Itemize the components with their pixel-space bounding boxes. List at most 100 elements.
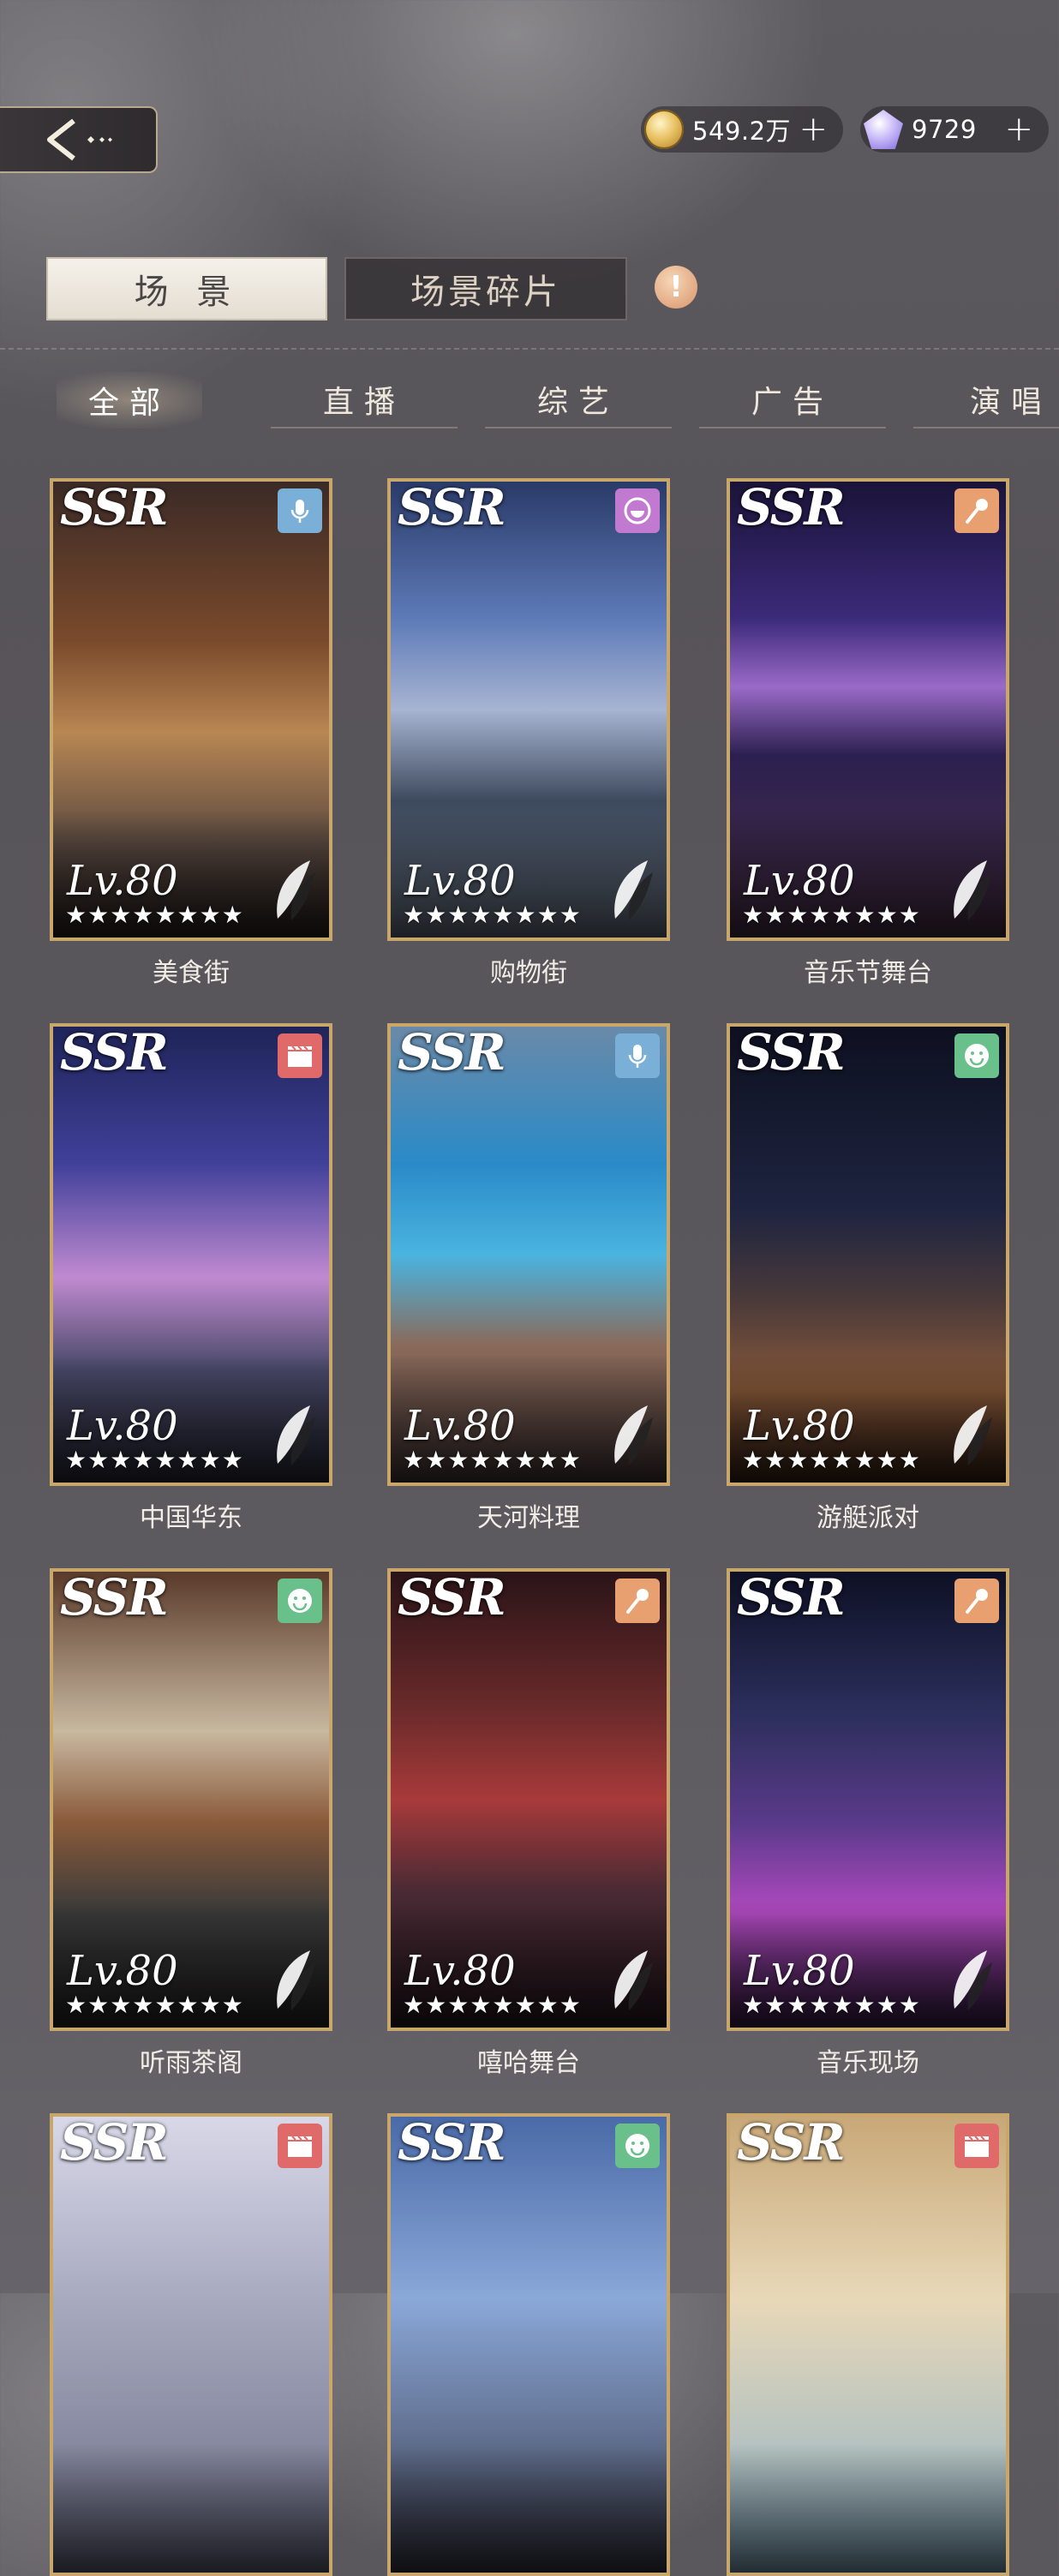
scene-card[interactable]: SSR (50, 2113, 332, 2576)
add-gold-button[interactable]: + (799, 112, 828, 147)
scene-type-badge (278, 488, 322, 533)
rarity-label: SSR (398, 1023, 506, 1081)
scene-name: 天河料理 (477, 1503, 580, 1533)
scene-name: 嘻哈舞台 (477, 2048, 580, 2078)
clapperboard-icon (288, 2136, 312, 2157)
tab-scenes[interactable]: 场 景 (46, 257, 327, 321)
concert-mic-icon (966, 499, 988, 524)
card-shade (730, 2444, 1006, 2573)
scene-card-frame: SSR Lv.80 ★★★★★★★★ (50, 1023, 332, 1486)
rarity-label: SSR (398, 478, 506, 536)
scene-card-frame: SSR Lv.80 ★★★★★★★★ (727, 1023, 1009, 1486)
feather-icon (614, 1950, 653, 2010)
level-label: Lv.80 (744, 1402, 855, 1450)
scene-card-frame: SSR Lv.80 ★★★★★★★★ (50, 478, 332, 941)
scene-card-frame: SSR Lv.80 ★★★★★★★★ (387, 1568, 670, 2031)
divider (0, 348, 1059, 350)
scene-card[interactable]: SSR (727, 2113, 1009, 2576)
rarity-label: SSR (60, 1023, 169, 1081)
scene-type-badge (615, 488, 660, 533)
level-label: Lv.80 (404, 1947, 516, 1995)
scene-type-badge (615, 1579, 660, 1623)
subtab-variety[interactable]: 综艺 (485, 372, 672, 428)
scene-type-badge (278, 2124, 322, 2168)
scene-name: 购物街 (490, 958, 567, 988)
level-label: Lv.80 (744, 857, 855, 905)
star-rating: ★★★★★★★★ (742, 1991, 921, 2019)
scene-card[interactable]: SSR Lv.80 ★★★★★★★★ 嘻哈舞台 (387, 1568, 670, 2079)
scene-name: 听雨茶阁 (140, 2048, 242, 2078)
rarity-label: SSR (60, 478, 169, 536)
rarity-label: SSR (60, 2113, 169, 2172)
scene-type-badge (615, 1033, 660, 1078)
subtab-advertising[interactable]: 广告 (699, 372, 886, 428)
info-icon[interactable]: ! (655, 266, 697, 309)
scene-type-badge (278, 1033, 322, 1078)
star-rating: ★★★★★★★★ (742, 1446, 921, 1474)
rarity-label: SSR (737, 1568, 846, 1626)
rarity-label: SSR (737, 2113, 846, 2172)
scene-card-frame: SSR (50, 2113, 332, 2576)
concert-mic-icon (626, 1589, 649, 1614)
gold-currency: 549.2万 + (641, 106, 843, 153)
back-button[interactable] (0, 106, 158, 173)
add-gem-button[interactable]: + (1004, 112, 1033, 147)
clapperboard-icon (965, 2136, 989, 2157)
scene-card-frame: SSR Lv.80 ★★★★★★★★ (387, 478, 670, 941)
rarity-label: SSR (398, 1568, 506, 1626)
scene-card[interactable]: SSR Lv.80 ★★★★★★★★ 游艇派对 (727, 1023, 1009, 1534)
tab-scene-fragments[interactable]: 场景碎片 (344, 257, 627, 321)
scene-type-badge (954, 2124, 999, 2168)
star-rating: ★★★★★★★★ (65, 901, 244, 929)
scene-name: 游艇派对 (817, 1503, 919, 1533)
clapperboard-icon (288, 1045, 312, 1067)
scene-name: 音乐现场 (817, 2048, 919, 2078)
rarity-label: SSR (737, 1023, 846, 1081)
star-rating: ★★★★★★★★ (403, 901, 582, 929)
variety-icon (624, 497, 651, 524)
scene-card[interactable]: SSR Lv.80 ★★★★★★★★ 天河料理 (387, 1023, 670, 1534)
star-rating: ★★★★★★★★ (65, 1991, 244, 2019)
rarity-label: SSR (737, 478, 846, 536)
feather-icon (277, 1950, 315, 2010)
scene-type-badge (278, 1579, 322, 1623)
scene-name: 美食街 (153, 958, 230, 988)
scene-card[interactable]: SSR Lv.80 ★★★★★★★★ 听雨茶阁 (50, 1568, 332, 2079)
level-label: Lv.80 (404, 1402, 516, 1450)
scene-card[interactable]: SSR Lv.80 ★★★★★★★★ 购物街 (387, 478, 670, 989)
microphone-icon (290, 500, 309, 523)
subtab-livestream[interactable]: 直播 (271, 372, 458, 428)
feather-icon (954, 1405, 992, 1465)
feather-icon (954, 860, 992, 920)
scene-type-badge (954, 1579, 999, 1623)
level-label: Lv.80 (67, 1402, 178, 1450)
feather-icon (277, 1405, 315, 1465)
feather-icon (954, 1950, 992, 2010)
diamond-icon (864, 110, 903, 149)
star-rating: ★★★★★★★★ (742, 901, 921, 929)
feather-icon (614, 1405, 653, 1465)
subtab-all[interactable]: 全部 (57, 372, 202, 428)
scene-card[interactable]: SSR (387, 2113, 670, 2576)
rarity-label: SSR (60, 1568, 169, 1626)
level-label: Lv.80 (67, 857, 178, 905)
scene-card[interactable]: SSR Lv.80 ★★★★★★★★ 中国华东 (50, 1023, 332, 1534)
card-shade (53, 2444, 329, 2573)
gem-amount: 9729 (912, 115, 977, 144)
scene-card-frame: SSR (727, 2113, 1009, 2576)
scene-card[interactable]: SSR Lv.80 ★★★★★★★★ 美食街 (50, 478, 332, 989)
feather-icon (614, 860, 653, 920)
star-rating: ★★★★★★★★ (403, 1446, 582, 1474)
smile-icon (288, 1589, 312, 1613)
star-rating: ★★★★★★★★ (65, 1446, 244, 1474)
scene-card[interactable]: SSR Lv.80 ★★★★★★★★ 音乐现场 (727, 1568, 1009, 2079)
scene-card-frame: SSR Lv.80 ★★★★★★★★ (50, 1568, 332, 2031)
scene-type-badge (954, 1033, 999, 1078)
concert-mic-icon (966, 1589, 988, 1614)
back-arrow-icon (47, 118, 112, 161)
level-label: Lv.80 (744, 1947, 855, 1995)
subtab-concert[interactable]: 演唱 (913, 372, 1059, 428)
scene-card-frame: SSR Lv.80 ★★★★★★★★ (387, 1023, 670, 1486)
scene-card[interactable]: SSR Lv.80 ★★★★★★★★ 音乐节舞台 (727, 478, 1009, 989)
microphone-icon (628, 1045, 647, 1068)
